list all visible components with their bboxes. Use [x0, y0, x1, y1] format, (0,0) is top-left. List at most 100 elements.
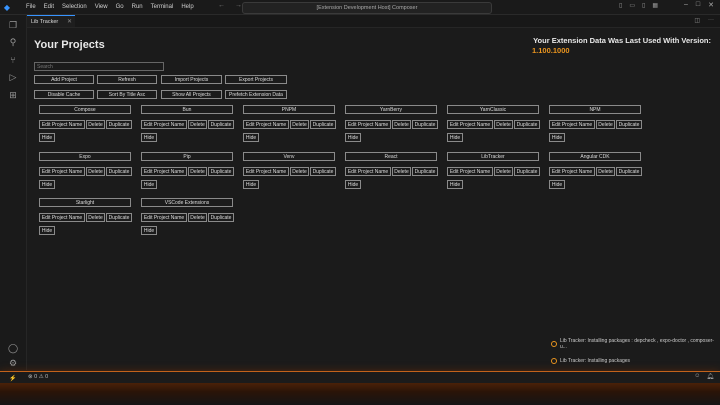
- close-window-icon[interactable]: ✕: [708, 1, 714, 9]
- explorer-icon[interactable]: ❐: [8, 20, 18, 30]
- edit-project-name-button[interactable]: Edit Project Name: [243, 120, 289, 129]
- search-icon[interactable]: ⚲: [8, 37, 18, 47]
- add-project-button[interactable]: Add Project: [34, 75, 94, 84]
- edit-project-name-button[interactable]: Edit Project Name: [141, 167, 187, 176]
- delete-button[interactable]: Delete: [86, 167, 105, 176]
- delete-button[interactable]: Delete: [392, 167, 411, 176]
- duplicate-button[interactable]: Duplicate: [310, 167, 336, 176]
- hide-button[interactable]: Hide: [549, 180, 565, 189]
- notification-toast[interactable]: Lib Tracker: Installing packages : depch…: [551, 338, 720, 350]
- hide-button[interactable]: Hide: [141, 226, 157, 235]
- project-name-button[interactable]: Pip: [141, 152, 233, 161]
- delete-button[interactable]: Delete: [596, 120, 615, 129]
- hide-button[interactable]: Hide: [447, 133, 463, 142]
- menu-file[interactable]: File: [26, 4, 36, 10]
- hide-button[interactable]: Hide: [243, 180, 259, 189]
- edit-project-name-button[interactable]: Edit Project Name: [39, 167, 85, 176]
- edit-project-name-button[interactable]: Edit Project Name: [243, 167, 289, 176]
- menu-go[interactable]: Go: [116, 4, 124, 10]
- extensions-icon[interactable]: ⊞: [8, 90, 18, 100]
- notifications-bell-icon[interactable]: 🔔︎: [706, 373, 714, 380]
- project-name-button[interactable]: Angular CDK: [549, 152, 641, 161]
- project-name-button[interactable]: Expo: [39, 152, 131, 161]
- duplicate-button[interactable]: Duplicate: [208, 167, 234, 176]
- edit-project-name-button[interactable]: Edit Project Name: [447, 167, 493, 176]
- project-name-button[interactable]: PNPM: [243, 105, 335, 114]
- delete-button[interactable]: Delete: [86, 213, 105, 222]
- feedback-icon[interactable]: ☺: [694, 373, 700, 380]
- toggle-sidebar-icon[interactable]: ▯: [619, 2, 622, 9]
- sort-button[interactable]: Sort By Title Asc: [97, 90, 157, 99]
- hide-button[interactable]: Hide: [39, 226, 55, 235]
- delete-button[interactable]: Delete: [86, 120, 105, 129]
- problems-indicator[interactable]: ⊗ 0 ⚠ 0: [28, 374, 48, 380]
- show-all-projects-button[interactable]: Show All Projects: [161, 90, 222, 99]
- duplicate-button[interactable]: Duplicate: [412, 167, 438, 176]
- delete-button[interactable]: Delete: [290, 167, 309, 176]
- hide-button[interactable]: Hide: [447, 180, 463, 189]
- refresh-button[interactable]: Refresh: [97, 75, 157, 84]
- menu-edit[interactable]: Edit: [44, 4, 54, 10]
- project-name-button[interactable]: YarnBerry: [345, 105, 437, 114]
- menu-view[interactable]: View: [95, 4, 108, 10]
- project-name-button[interactable]: VSCode Extensions: [141, 198, 233, 207]
- delete-button[interactable]: Delete: [188, 213, 207, 222]
- project-name-button[interactable]: Bun: [141, 105, 233, 114]
- duplicate-button[interactable]: Duplicate: [310, 120, 336, 129]
- project-name-button[interactable]: LibTracker: [447, 152, 539, 161]
- delete-button[interactable]: Delete: [494, 120, 513, 129]
- project-name-button[interactable]: Starlight: [39, 198, 131, 207]
- account-icon[interactable]: ◯: [8, 343, 18, 353]
- delete-button[interactable]: Delete: [290, 120, 309, 129]
- edit-project-name-button[interactable]: Edit Project Name: [549, 120, 595, 129]
- duplicate-button[interactable]: Duplicate: [514, 120, 540, 129]
- menu-selection[interactable]: Selection: [62, 4, 87, 10]
- import-projects-button[interactable]: Import Projects: [161, 75, 222, 84]
- delete-button[interactable]: Delete: [188, 167, 207, 176]
- delete-button[interactable]: Delete: [596, 167, 615, 176]
- edit-project-name-button[interactable]: Edit Project Name: [141, 120, 187, 129]
- duplicate-button[interactable]: Duplicate: [616, 120, 642, 129]
- duplicate-button[interactable]: Duplicate: [106, 120, 132, 129]
- prefetch-extension-data-button[interactable]: Prefetch Extension Data: [225, 90, 287, 99]
- more-actions-icon[interactable]: ···: [708, 17, 714, 24]
- export-projects-button[interactable]: Export Projects: [225, 75, 287, 84]
- forward-arrow-icon[interactable]: →: [235, 2, 242, 9]
- hide-button[interactable]: Hide: [141, 133, 157, 142]
- maximize-icon[interactable]: □: [696, 1, 700, 9]
- close-tab-icon[interactable]: ✕: [67, 18, 72, 25]
- customize-layout-icon[interactable]: ▦: [652, 2, 658, 9]
- hide-button[interactable]: Hide: [39, 180, 55, 189]
- edit-project-name-button[interactable]: Edit Project Name: [549, 167, 595, 176]
- duplicate-button[interactable]: Duplicate: [106, 167, 132, 176]
- project-name-button[interactable]: YarnClassic: [447, 105, 539, 114]
- project-name-button[interactable]: React: [345, 152, 437, 161]
- duplicate-button[interactable]: Duplicate: [412, 120, 438, 129]
- duplicate-button[interactable]: Duplicate: [208, 213, 234, 222]
- command-center[interactable]: [Extension Development Host] Composer: [242, 2, 492, 14]
- settings-gear-icon[interactable]: ⚙: [8, 358, 18, 368]
- hide-button[interactable]: Hide: [243, 133, 259, 142]
- tab-lib-tracker[interactable]: Lib Tracker ✕: [27, 15, 75, 27]
- back-arrow-icon[interactable]: ←: [218, 2, 225, 9]
- run-debug-icon[interactable]: ▷: [8, 72, 18, 82]
- source-control-icon[interactable]: ⑂: [8, 55, 18, 65]
- hide-button[interactable]: Hide: [39, 133, 55, 142]
- duplicate-button[interactable]: Duplicate: [106, 213, 132, 222]
- minimize-icon[interactable]: –: [684, 1, 688, 9]
- delete-button[interactable]: Delete: [392, 120, 411, 129]
- hide-button[interactable]: Hide: [141, 180, 157, 189]
- toggle-panel-icon[interactable]: ▭: [629, 2, 635, 9]
- menu-help[interactable]: Help: [181, 4, 193, 10]
- hide-button[interactable]: Hide: [345, 180, 361, 189]
- duplicate-button[interactable]: Duplicate: [208, 120, 234, 129]
- delete-button[interactable]: Delete: [188, 120, 207, 129]
- notification-toast[interactable]: Lib Tracker: Installing packages: [551, 358, 630, 364]
- edit-project-name-button[interactable]: Edit Project Name: [345, 167, 391, 176]
- duplicate-button[interactable]: Duplicate: [616, 167, 642, 176]
- project-name-button[interactable]: Venv: [243, 152, 335, 161]
- edit-project-name-button[interactable]: Edit Project Name: [447, 120, 493, 129]
- hide-button[interactable]: Hide: [345, 133, 361, 142]
- edit-project-name-button[interactable]: Edit Project Name: [39, 120, 85, 129]
- menu-terminal[interactable]: Terminal: [151, 4, 174, 10]
